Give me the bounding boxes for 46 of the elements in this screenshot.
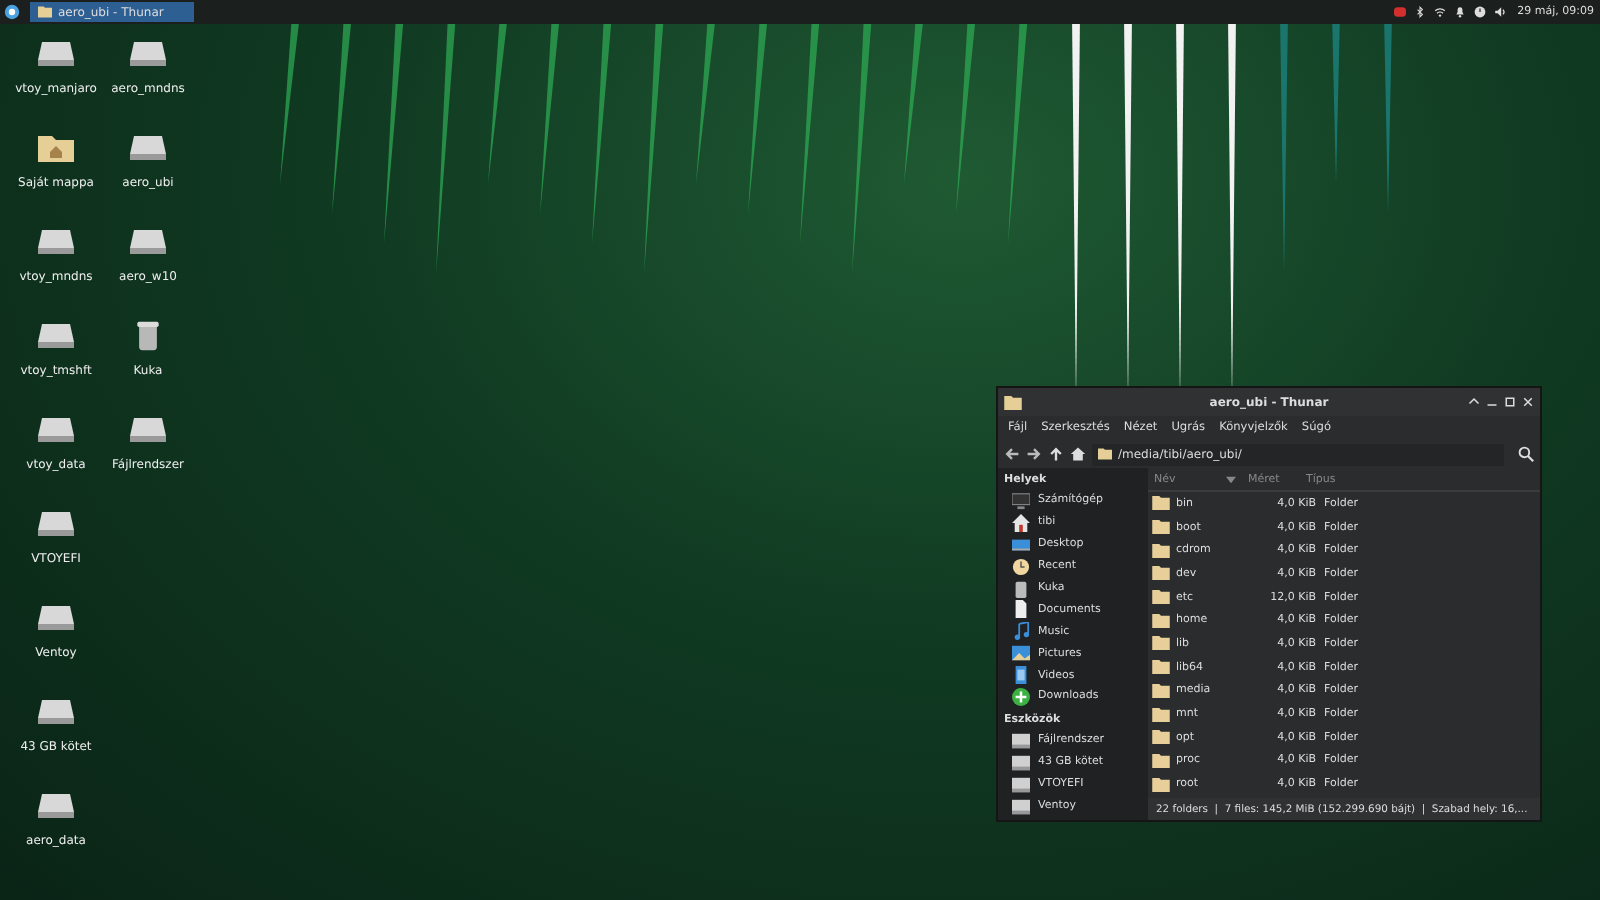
document-icon xyxy=(1012,600,1030,619)
trash-icon xyxy=(1012,579,1030,597)
up-arrow-icon[interactable] xyxy=(1048,446,1064,462)
drive-icon xyxy=(1012,753,1030,772)
download-icon xyxy=(1012,687,1030,706)
folder-icon xyxy=(1098,448,1112,460)
drive-icon xyxy=(36,508,76,540)
house-icon xyxy=(1012,513,1030,532)
drive-icon xyxy=(36,602,76,634)
back-arrow-icon[interactable] xyxy=(1004,446,1020,462)
drive-icon xyxy=(36,696,76,728)
drive-icon xyxy=(1012,797,1030,816)
folder-icon xyxy=(1004,395,1022,409)
film-icon xyxy=(1012,666,1030,685)
drive-icon xyxy=(36,414,76,446)
power-icon xyxy=(1473,6,1486,18)
desktop-icon xyxy=(1012,535,1030,554)
music-note-icon xyxy=(1012,622,1030,641)
drive-icon xyxy=(128,132,168,164)
home-icon[interactable] xyxy=(1070,446,1086,462)
drive-icon xyxy=(1012,731,1030,750)
notification-badge-icon xyxy=(1393,6,1406,18)
drive-icon xyxy=(128,226,168,258)
caret-up-icon[interactable] xyxy=(1468,396,1480,408)
maximize-icon[interactable] xyxy=(1504,396,1516,408)
home-folder-icon xyxy=(36,132,76,164)
clock-icon xyxy=(1012,557,1030,576)
bluetooth-icon xyxy=(1413,6,1426,18)
picture-folder-icon xyxy=(1012,644,1030,663)
search-icon[interactable] xyxy=(1518,446,1534,462)
close-icon[interactable] xyxy=(1522,396,1534,408)
app-menu-icon[interactable] xyxy=(4,4,20,20)
monitor-icon xyxy=(1012,491,1030,510)
drive-icon xyxy=(128,414,168,446)
bell-icon xyxy=(1453,6,1466,18)
drive-icon xyxy=(1012,775,1030,794)
forward-arrow-icon[interactable] xyxy=(1026,446,1042,462)
drive-icon xyxy=(36,38,76,70)
speaker-icon xyxy=(1493,6,1506,18)
drive-icon xyxy=(36,320,76,352)
drive-icon xyxy=(36,790,76,822)
drive-icon xyxy=(36,226,76,258)
sort-caret-icon xyxy=(1226,475,1236,483)
folder-icon xyxy=(38,6,52,18)
drive-icon xyxy=(128,38,168,70)
wifi-icon xyxy=(1433,6,1446,18)
